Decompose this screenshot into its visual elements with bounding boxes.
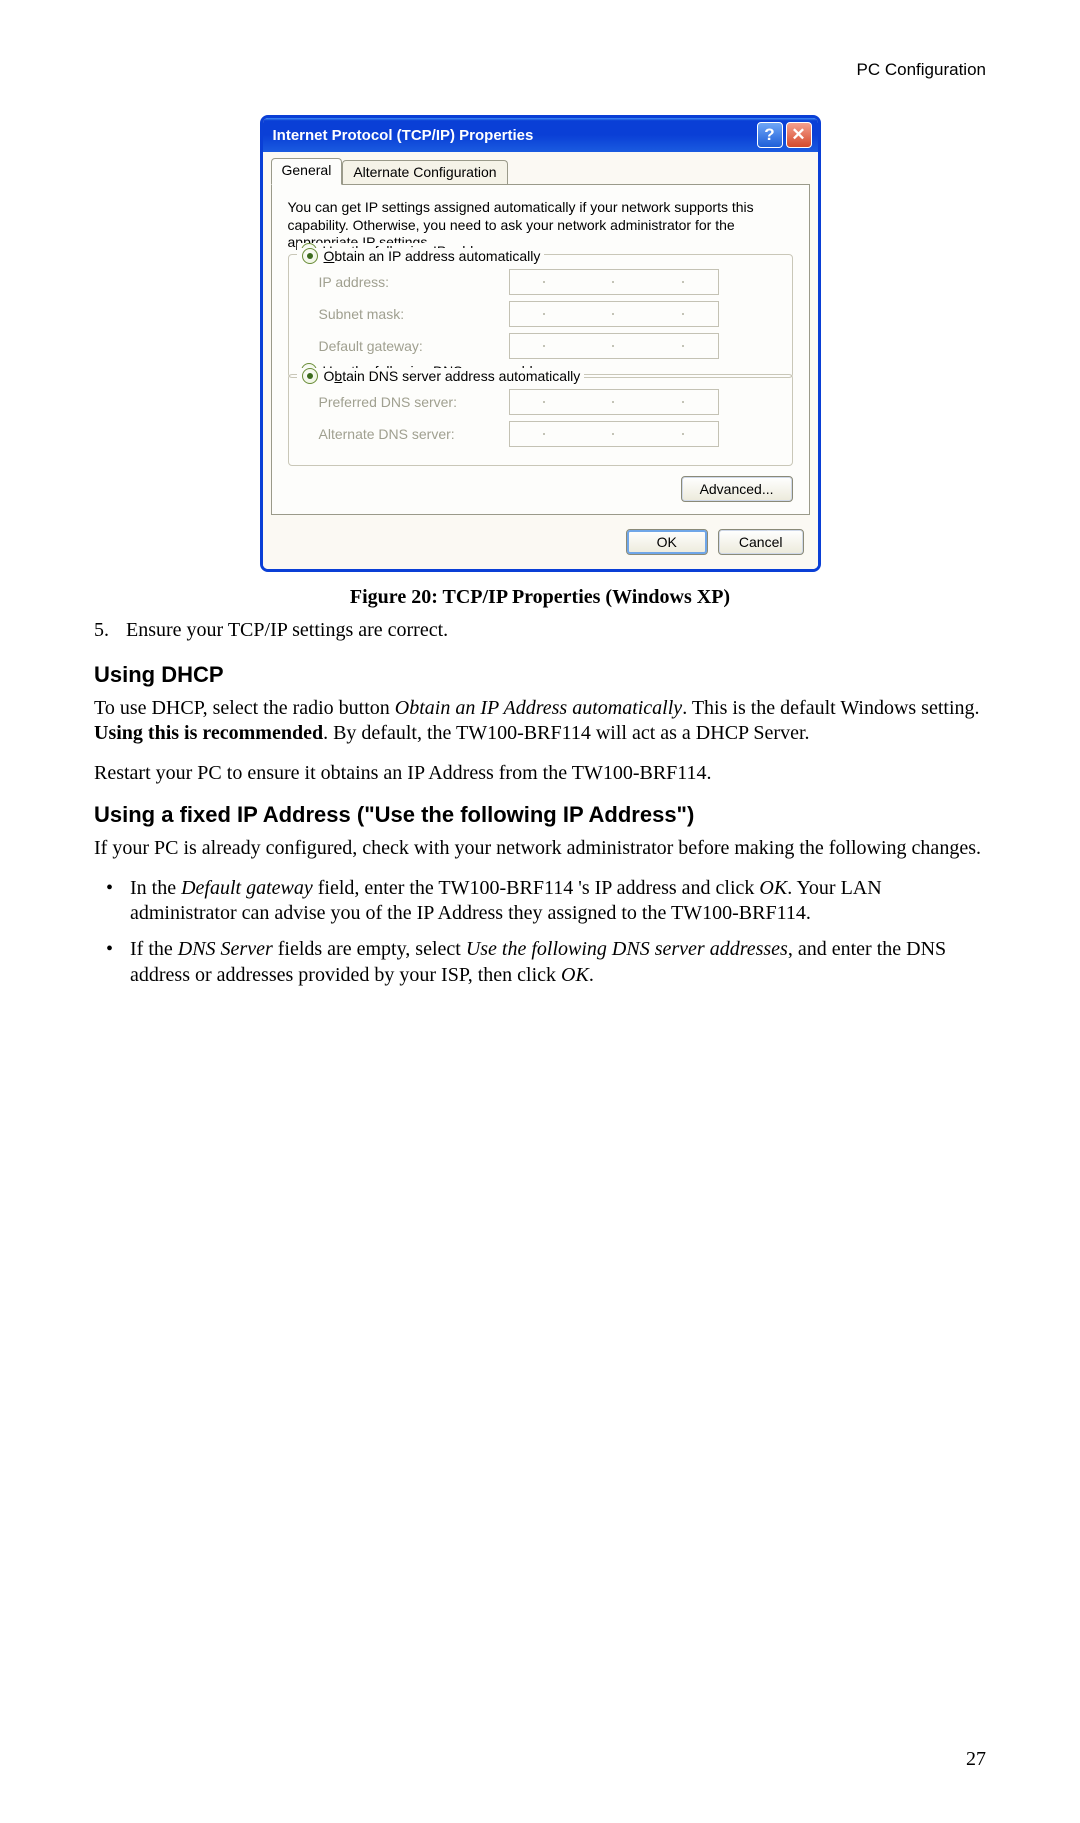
- label-preferred-dns: Preferred DNS server:: [301, 394, 509, 410]
- help-button[interactable]: ?: [757, 122, 783, 148]
- cancel-button[interactable]: Cancel: [718, 529, 804, 555]
- fixed-ip-intro: If your PC is already configured, check …: [94, 836, 986, 862]
- close-icon: ✕: [791, 125, 805, 145]
- radio-obtain-ip-auto[interactable]: [302, 248, 318, 264]
- radio-obtain-ip-auto-label: Obtain an IP address automatically: [324, 248, 541, 264]
- field-alternate-dns: Alternate DNS server:: [301, 421, 780, 447]
- field-preferred-dns: Preferred DNS server:: [301, 389, 780, 415]
- ip-address-group: Use the following IP address: IP address…: [288, 254, 793, 378]
- help-icon: ?: [764, 125, 774, 145]
- label-default-gateway: Default gateway:: [301, 338, 509, 354]
- step-5-text: Ensure your TCP/IP settings are correct.: [126, 619, 448, 642]
- dialog-titlebar: Internet Protocol (TCP/IP) Properties ? …: [263, 118, 818, 152]
- close-button[interactable]: ✕: [786, 122, 812, 148]
- heading-using-dhcp: Using DHCP: [94, 662, 986, 688]
- step-5-number: 5.: [94, 619, 126, 642]
- list-item: In the Default gateway field, enter the …: [130, 876, 986, 927]
- ok-button[interactable]: OK: [626, 529, 708, 555]
- tab-alternate-configuration[interactable]: Alternate Configuration: [342, 160, 507, 184]
- input-default-gateway[interactable]: [509, 333, 719, 359]
- dialog-title: Internet Protocol (TCP/IP) Properties: [273, 127, 754, 144]
- field-default-gateway: Default gateway:: [301, 333, 780, 359]
- dialog-footer: OK Cancel: [263, 523, 818, 569]
- label-ip-address: IP address:: [301, 274, 509, 290]
- step-5: 5. Ensure your TCP/IP settings are corre…: [94, 619, 986, 642]
- field-ip-address: IP address:: [301, 269, 780, 295]
- list-item: If the DNS Server fields are empty, sele…: [130, 937, 986, 988]
- dhcp-paragraph-2: Restart your PC to ensure it obtains an …: [94, 761, 986, 787]
- label-subnet-mask: Subnet mask:: [301, 306, 509, 322]
- input-subnet-mask[interactable]: [509, 301, 719, 327]
- radio-obtain-dns-auto[interactable]: [302, 368, 318, 384]
- figure-caption: Figure 20: TCP/IP Properties (Windows XP…: [94, 586, 986, 609]
- page-header-section: PC Configuration: [94, 60, 986, 80]
- heading-using-fixed-ip: Using a fixed IP Address ("Use the follo…: [94, 802, 986, 828]
- dialog-body: General Alternate Configuration You can …: [263, 152, 818, 569]
- advanced-button[interactable]: Advanced...: [681, 476, 793, 502]
- tabs-row: General Alternate Configuration: [263, 152, 818, 184]
- fixed-ip-bullets: In the Default gateway field, enter the …: [94, 876, 986, 988]
- input-ip-address[interactable]: [509, 269, 719, 295]
- page-number: 27: [966, 1748, 986, 1771]
- tab-panel-general: You can get IP settings assigned automat…: [271, 184, 810, 515]
- label-alternate-dns: Alternate DNS server:: [301, 426, 509, 442]
- input-preferred-dns[interactable]: [509, 389, 719, 415]
- dhcp-paragraph-1: To use DHCP, select the radio button Obt…: [94, 696, 986, 747]
- input-alternate-dns[interactable]: [509, 421, 719, 447]
- tab-general[interactable]: General: [271, 158, 343, 185]
- tcpip-properties-dialog: Internet Protocol (TCP/IP) Properties ? …: [260, 115, 821, 572]
- dns-group: Use the following DNS server addresses: …: [288, 374, 793, 466]
- radio-obtain-dns-auto-label: Obtain DNS server address automatically: [324, 368, 581, 384]
- field-subnet-mask: Subnet mask:: [301, 301, 780, 327]
